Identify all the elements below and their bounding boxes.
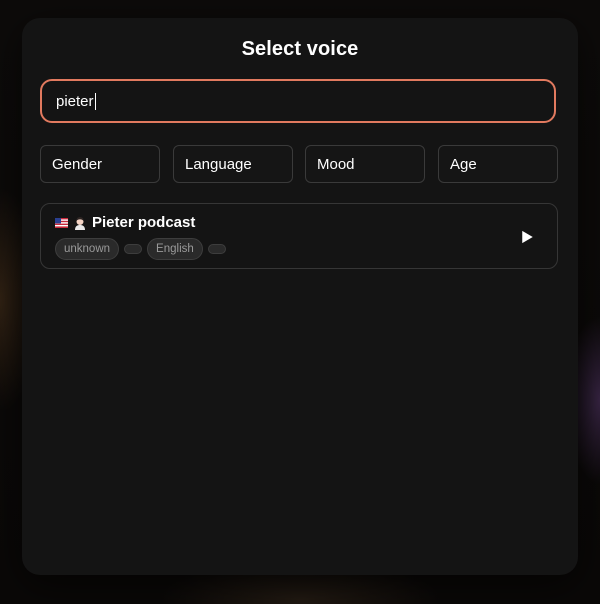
- tag-language: English: [147, 238, 203, 260]
- play-button[interactable]: [519, 228, 535, 246]
- dialog-title: Select voice: [241, 38, 359, 60]
- voice-name: Pieter podcast: [92, 214, 196, 231]
- filter-gender[interactable]: Gender: [40, 145, 160, 183]
- voice-tags: unknown English: [55, 238, 231, 260]
- tag-empty: [124, 244, 143, 254]
- tag-gender: unknown: [55, 238, 120, 260]
- search-input[interactable]: pieter: [40, 79, 556, 123]
- filter-age[interactable]: Age: [438, 145, 558, 183]
- filter-language[interactable]: Language: [173, 145, 293, 183]
- voice-result-item[interactable]: Pieter podcast unknown English: [40, 203, 558, 269]
- filter-age-label: Age: [450, 155, 477, 173]
- tag-empty: [207, 244, 226, 254]
- us-flag-icon: [55, 217, 68, 228]
- search-input-value: pieter: [56, 92, 94, 110]
- select-voice-dialog: Select voice pieter Gender Language Mood…: [22, 18, 578, 575]
- filter-mood-label: Mood: [317, 155, 355, 173]
- voice-result-header: Pieter podcast: [55, 214, 195, 231]
- filter-gender-label: Gender: [52, 155, 103, 173]
- person-emoji-icon: [75, 216, 85, 230]
- filter-language-label: Language: [185, 155, 252, 173]
- play-icon: [521, 230, 533, 244]
- filter-mood[interactable]: Mood: [305, 145, 425, 183]
- text-caret: [94, 92, 96, 110]
- filter-bar: Gender Language Mood Age: [40, 145, 560, 183]
